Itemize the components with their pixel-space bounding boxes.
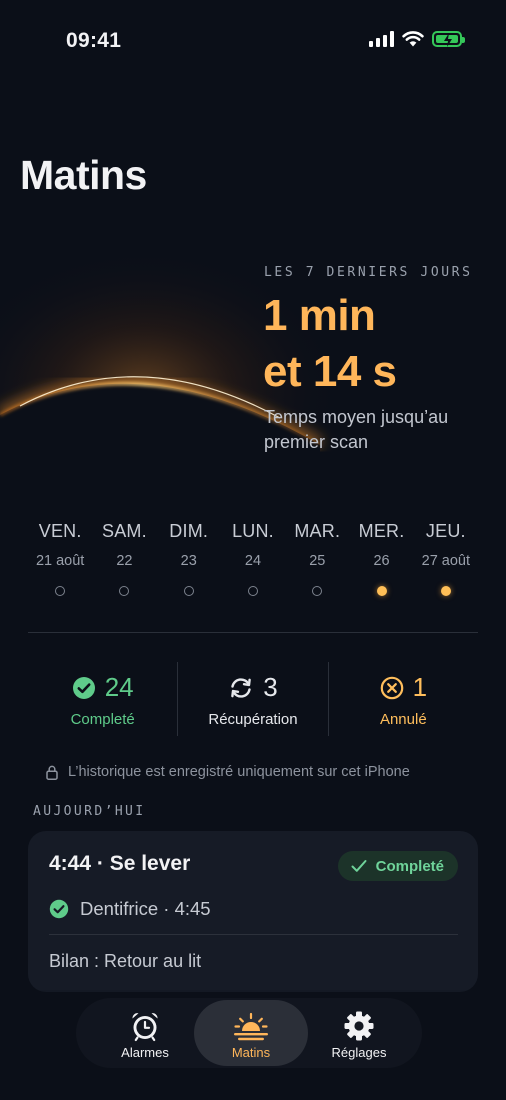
lock-icon xyxy=(46,765,58,780)
day-name: LUN. xyxy=(232,521,274,541)
day-name: MAR. xyxy=(294,521,341,541)
stat-cancelled-value: 1 xyxy=(412,672,428,702)
status-icons xyxy=(369,31,465,47)
stat-recovery: 3 Récupération xyxy=(177,662,327,736)
average-time-line-1: 1 min xyxy=(263,291,376,340)
stat-cancelled: 1 Annulé xyxy=(327,662,478,736)
task-row: Dentifrice · 4:45 xyxy=(49,898,211,920)
check-circle-icon xyxy=(49,899,69,919)
day-column[interactable]: MER. 26 xyxy=(349,521,413,596)
day-date: 27 août xyxy=(421,553,471,569)
stat-completed: 24 Completé xyxy=(28,662,177,736)
day-status-dot xyxy=(440,586,451,596)
day-column[interactable]: VEN. 21 août xyxy=(28,521,92,596)
tab-matins[interactable]: Matins xyxy=(194,1000,308,1066)
summary-eyebrow: LES 7 DERNIERS JOURS xyxy=(264,265,473,280)
day-status-dot xyxy=(312,586,323,596)
gear-icon xyxy=(344,1011,374,1041)
morning-card[interactable]: 4:44 · Se lever Completé Dentifrice · 4:… xyxy=(28,831,478,992)
checkmark-icon xyxy=(351,860,367,872)
bilan-text: Bilan : Retour au lit xyxy=(49,951,202,971)
sync-arrows-icon xyxy=(231,677,252,698)
day-status-dot xyxy=(183,586,194,596)
tab-label: Matins xyxy=(231,1045,271,1060)
stat-completed-value: 24 xyxy=(104,672,134,702)
day-column[interactable]: LUN. 24 xyxy=(221,521,285,596)
privacy-note: L’historique est enregistré uniquement s… xyxy=(46,764,410,780)
day-date: 26 xyxy=(373,553,390,569)
day-date: 23 xyxy=(180,553,197,569)
day-name: MER. xyxy=(358,521,405,541)
day-status-dot xyxy=(376,586,387,596)
tab-reglages[interactable]: Réglages xyxy=(302,1000,416,1066)
divider xyxy=(28,632,478,633)
alarm-clock-icon xyxy=(132,1013,158,1042)
stat-cancelled-label: Annulé xyxy=(379,711,427,728)
morning-card-title: 4:44 · Se lever xyxy=(49,852,191,875)
sunrise-icon xyxy=(234,1012,268,1041)
day-status-dot xyxy=(55,586,66,596)
wifi-icon xyxy=(402,31,424,47)
stat-completed-label: Completé xyxy=(70,711,135,728)
section-title-today: AUJOURD’HUI xyxy=(33,804,146,819)
tab-label: Réglages xyxy=(331,1045,387,1060)
day-date: 22 xyxy=(116,553,133,569)
page-title: Matins xyxy=(20,152,147,198)
status-badge: Completé xyxy=(337,851,458,881)
week-calendar: VEN. 21 août SAM. 22 DIM. 23 LUN. 24 MAR… xyxy=(28,521,478,596)
tab-label: Alarmes xyxy=(121,1045,169,1060)
tab-bar: Alarmes Matins Réglages xyxy=(76,998,422,1068)
day-date: 25 xyxy=(309,553,326,569)
day-status-dot xyxy=(119,586,130,596)
average-time-line-2: et 14 s xyxy=(263,347,397,396)
day-column[interactable]: JEU. 27 août xyxy=(414,521,478,596)
day-column[interactable]: DIM. 23 xyxy=(157,521,221,596)
card-divider xyxy=(49,934,458,935)
privacy-text: L’historique est enregistré uniquement s… xyxy=(68,764,410,780)
average-time-caption: Temps moyen jusqu’au premier scan xyxy=(264,407,449,452)
status-badge-label: Completé xyxy=(375,857,444,875)
check-circle-icon xyxy=(72,676,95,699)
day-date: 21 août xyxy=(35,553,85,569)
day-column[interactable]: MAR. 25 xyxy=(285,521,349,596)
day-name: JEU. xyxy=(425,521,466,541)
cellular-signal-icon xyxy=(369,31,394,47)
day-status-dot xyxy=(247,586,258,596)
day-name: SAM. xyxy=(102,521,147,541)
status-bar: 09:41 xyxy=(0,0,506,84)
stat-recovery-value: 3 xyxy=(263,672,278,702)
day-name: VEN. xyxy=(38,521,82,541)
x-circle-icon xyxy=(380,676,403,699)
battery-icon xyxy=(432,31,465,47)
tab-alarmes[interactable]: Alarmes xyxy=(88,1000,202,1066)
average-time-value: 1 min et 14 s xyxy=(263,288,397,400)
status-time: 09:41 xyxy=(66,29,122,52)
day-date: 24 xyxy=(244,553,262,569)
day-column[interactable]: SAM. 22 xyxy=(92,521,156,596)
stats-summary: 24 Completé 3 Récupération 1 Annulé xyxy=(28,662,478,736)
day-name: DIM. xyxy=(169,521,209,541)
stat-recovery-label: Récupération xyxy=(208,711,298,728)
task-label: Dentifrice · 4:45 xyxy=(80,898,211,919)
